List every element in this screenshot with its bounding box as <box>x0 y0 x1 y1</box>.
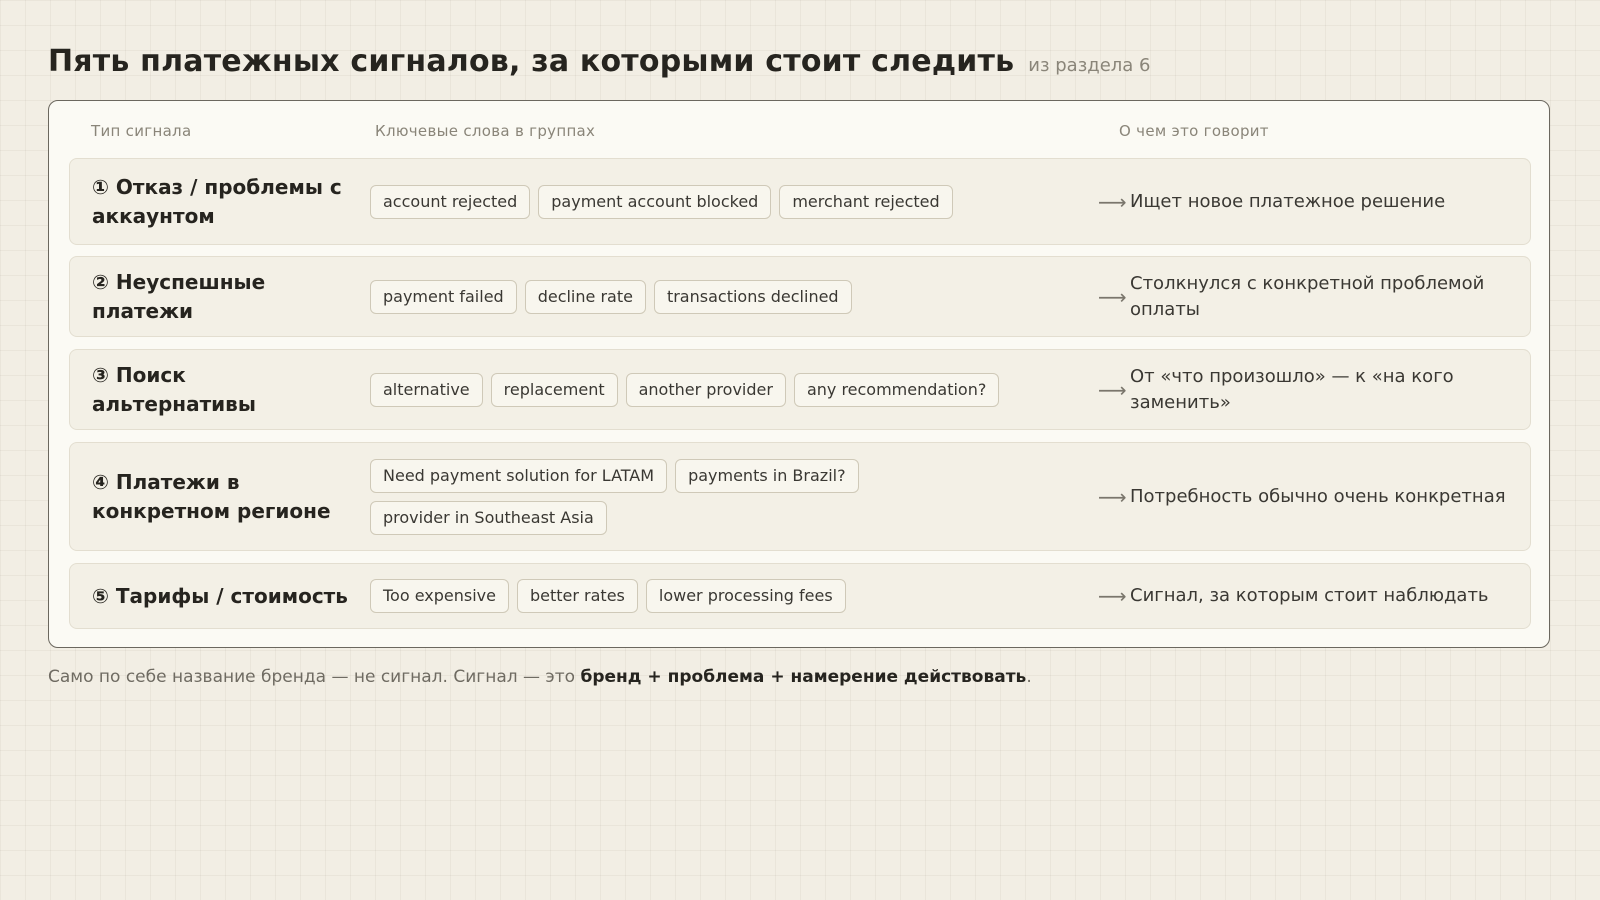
table-row: ③ Поиск альтернативы alternative replace… <box>69 349 1531 430</box>
keyword-tag: merchant rejected <box>779 184 953 219</box>
page: { "header": { "title": "Пять платежных с… <box>0 0 1600 900</box>
footnote-text: Само по себе название бренда — не сигнал… <box>48 667 581 687</box>
arrow-right-icon: ⟶ <box>1098 584 1127 608</box>
table-row: ④ Платежи в конкретном регионе Need paym… <box>69 442 1531 551</box>
meaning-text: Столкнулся с конкретной проблемой оплаты <box>1130 272 1485 320</box>
keyword-group: payment failed decline rate transactions… <box>370 257 1060 336</box>
keyword-tag: Too expensive <box>370 579 509 613</box>
signal-meaning: ⟶ От «что произошло» — к «на кого замени… <box>1098 350 1518 429</box>
signal-type: ⑤ Тарифы / стоимость <box>92 583 348 608</box>
arrow-right-icon: ⟶ <box>1098 377 1127 402</box>
signal-type: ② Неуспешные платежи <box>92 269 266 323</box>
page-title: Пять платежных сигналов, за которыми сто… <box>48 44 1015 79</box>
table-row: ① Отказ / проблемы с аккаунтом account r… <box>69 158 1531 245</box>
keyword-tag: payment account blocked <box>538 184 772 219</box>
column-header-meaning: О чем это говорит <box>1119 122 1269 140</box>
signal-meaning: ⟶ Столкнулся с конкретной проблемой опла… <box>1098 257 1518 336</box>
keyword-tag: replacement <box>490 372 618 407</box>
column-header-keywords: Ключевые слова в группах <box>375 122 596 140</box>
footnote-emphasis: бренд + проблема + намерение действовать <box>580 667 1027 687</box>
keyword-tag: provider in Southeast Asia <box>370 500 607 535</box>
meaning-text: От «что произошло» — к «на кого заменить… <box>1130 365 1454 413</box>
signal-meaning: ⟶ Сигнал, за которым стоит наблюдать <box>1098 564 1518 628</box>
keyword-tag: alternative <box>370 372 483 407</box>
keyword-tag: any recommendation? <box>793 372 1000 407</box>
meaning-text: Потребность обычно очень конкретная <box>1130 485 1506 507</box>
footnote: Само по себе название бренда — не сигнал… <box>48 667 1032 687</box>
arrow-right-icon: ⟶ <box>1098 484 1127 509</box>
keyword-group: Too expensive better rates lower process… <box>370 564 1060 628</box>
keyword-tag: Need payment solution for LATAM <box>370 458 668 493</box>
keyword-tag: payments in Brazil? <box>675 458 859 493</box>
table-header: Тип сигнала Ключевые слова в группах О ч… <box>49 122 1549 142</box>
meaning-text: Ищет новое платежное решение <box>1130 190 1446 212</box>
keyword-group: alternative replacement another provider… <box>370 350 1060 429</box>
signals-table: Тип сигнала Ключевые слова в группах О ч… <box>48 100 1550 648</box>
keyword-tag: payment failed <box>370 279 517 314</box>
column-header-type: Тип сигнала <box>91 122 192 140</box>
footnote-end: . <box>1026 667 1032 687</box>
table-row: ⑤ Тарифы / стоимость Too expensive bette… <box>69 563 1531 629</box>
signal-type: ③ Поиск альтернативы <box>92 362 256 416</box>
signal-meaning: ⟶ Потребность обычно очень конкретная <box>1098 443 1518 550</box>
page-subtitle: из раздела 6 <box>1028 55 1151 76</box>
meaning-text: Сигнал, за которым стоит наблюдать <box>1130 585 1489 606</box>
keyword-group: Need payment solution for LATAM payments… <box>370 443 1060 550</box>
keyword-tag: decline rate <box>524 279 646 314</box>
signal-type: ① Отказ / проблемы с аккаунтом <box>92 174 342 228</box>
arrow-right-icon: ⟶ <box>1098 284 1127 309</box>
signal-meaning: ⟶ Ищет новое платежное решение <box>1098 159 1518 244</box>
table-row: ② Неуспешные платежи payment failed decl… <box>69 256 1531 337</box>
keyword-tag: account rejected <box>370 184 531 219</box>
keyword-tag: better rates <box>516 579 638 613</box>
keyword-tag: lower processing fees <box>645 579 846 613</box>
page-header: Пять платежных сигналов, за которыми сто… <box>48 44 1151 79</box>
keyword-group: account rejected payment account blocked… <box>370 159 1060 244</box>
signal-type: ④ Платежи в конкретном регионе <box>92 469 331 523</box>
keyword-tag: transactions declined <box>653 279 852 314</box>
arrow-right-icon: ⟶ <box>1098 189 1127 214</box>
keyword-tag: another provider <box>625 372 786 407</box>
